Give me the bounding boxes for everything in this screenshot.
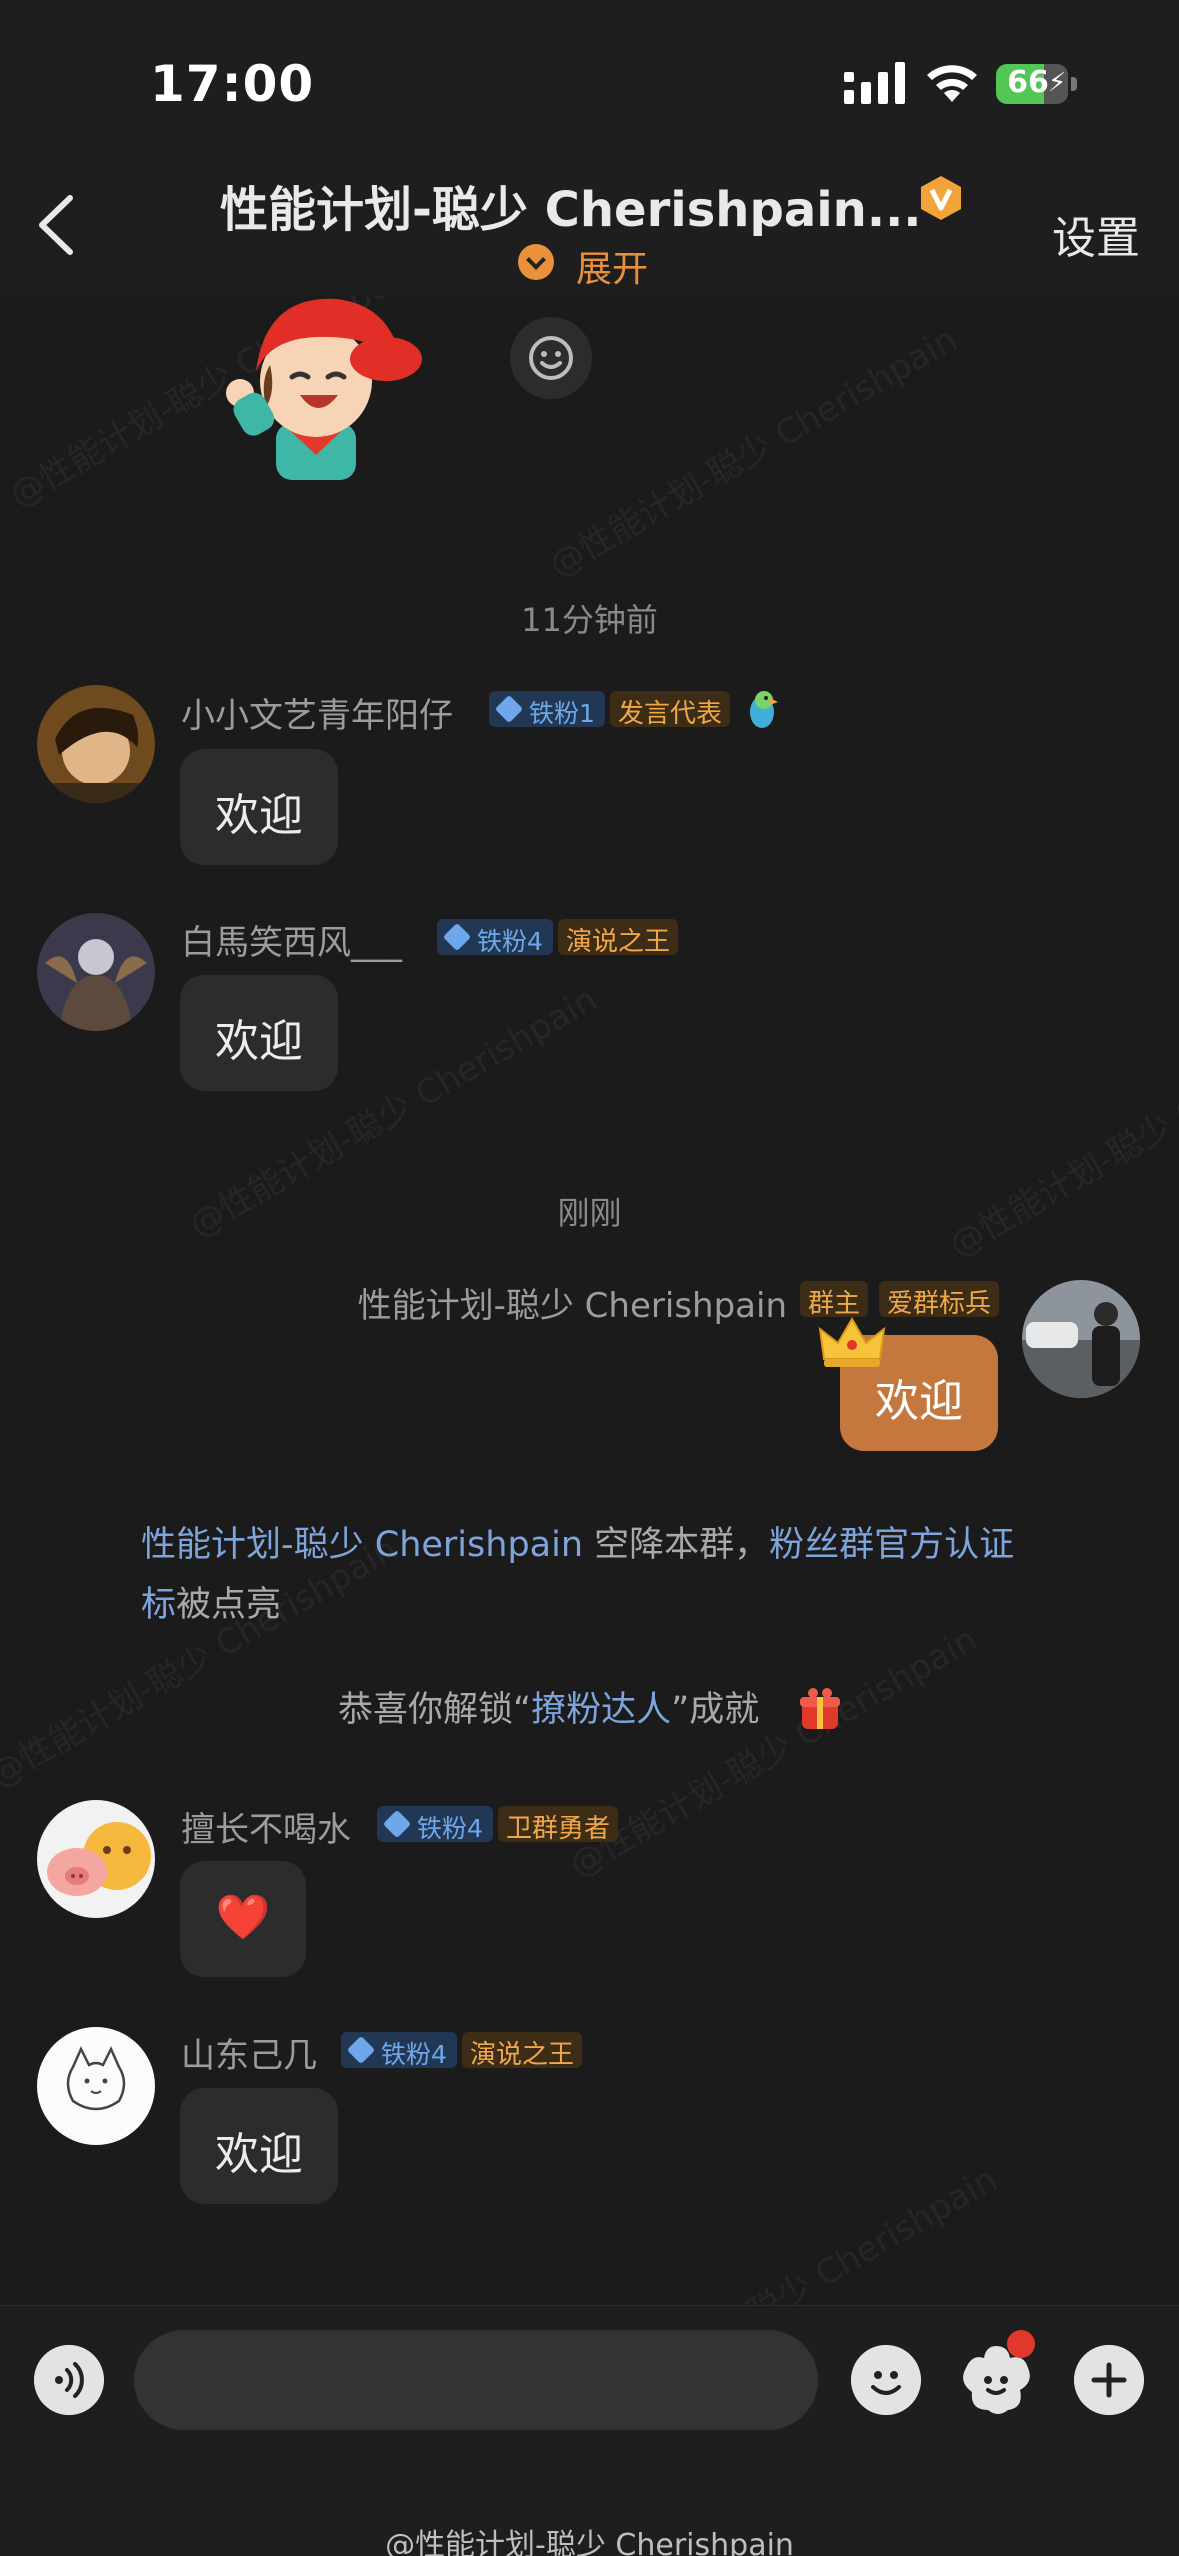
role-badge: 群主 bbox=[800, 1281, 869, 1319]
fan-level-badge: 铁粉4 bbox=[377, 1806, 493, 1843]
group-title[interactable]: 性能计划-聪少 Cherishpain... bbox=[220, 170, 920, 240]
message-bubble[interactable]: 欢迎 bbox=[180, 749, 338, 865]
title-badge: 发言代表 bbox=[610, 691, 731, 729]
watermark: @性能计划-聪少 Cherishpain bbox=[582, 2159, 1005, 2305]
cartoon-boy-sticker[interactable] bbox=[226, 295, 456, 480]
expand-label: 展开 bbox=[576, 249, 649, 290]
plus-icon[interactable] bbox=[1074, 2345, 1144, 2415]
diamond-icon bbox=[382, 1809, 412, 1839]
system-message-achievement: 恭喜你解锁“撩粉达人”成就 bbox=[338, 1690, 760, 1730]
chevron-down-icon bbox=[518, 244, 554, 280]
title-badge: 爱群标兵 bbox=[879, 1281, 1000, 1319]
username[interactable]: 性能计划-聪少 Cherishpain bbox=[358, 1278, 787, 1327]
username[interactable]: 山东己几 bbox=[181, 2028, 317, 2077]
message-bubble[interactable]: ❤️ bbox=[180, 1861, 306, 1977]
notification-dot bbox=[1007, 2330, 1035, 2358]
footer-watermark: @性能计划-聪少 Cherishpain bbox=[385, 2528, 794, 2556]
diamond-icon bbox=[494, 694, 524, 724]
title-badge: 卫群勇者 bbox=[498, 1806, 619, 1844]
status-bar: 17:00 66 ⚡ bbox=[0, 0, 1179, 150]
timestamp: 刚刚 bbox=[557, 1194, 622, 1232]
emoji-reaction-icon[interactable] bbox=[510, 317, 592, 399]
chevron-left-icon[interactable] bbox=[26, 190, 86, 260]
avatar[interactable] bbox=[37, 685, 155, 803]
parrot-icon bbox=[750, 691, 778, 728]
avatar[interactable] bbox=[37, 2027, 155, 2145]
clock: 17:00 bbox=[150, 55, 315, 113]
fan-level-badge: 铁粉4 bbox=[437, 919, 553, 956]
diamond-icon bbox=[346, 2035, 376, 2065]
watermark: @性能计划-聪少 Cherishpain bbox=[542, 319, 965, 586]
fan-level-badge: 铁粉1 bbox=[489, 691, 605, 728]
vip-badge-icon bbox=[921, 176, 961, 220]
system-message-landing: 性能计划-聪少 Cherishpain 空降本群，粉丝群官方认证 标被点亮 bbox=[141, 1525, 1015, 1625]
chat-messages[interactable]: @性能计划-聪少 Cherishpain @性能计划-聪少 Cherishpai… bbox=[0, 295, 1179, 2305]
battery-icon: 66 ⚡ bbox=[996, 64, 1078, 104]
message-bubble[interactable]: 欢迎 bbox=[180, 2088, 338, 2204]
wifi-icon bbox=[927, 65, 977, 102]
title-badge: 演说之王 bbox=[558, 919, 679, 957]
chat-header: 性能计划-聪少 Cherishpain... 展开 设置 bbox=[0, 150, 1179, 295]
message-input[interactable] bbox=[134, 2330, 818, 2430]
message-bubble[interactable]: 欢迎 bbox=[180, 975, 338, 1091]
landing-user-link[interactable]: 性能计划-聪少 Cherishpain bbox=[141, 1525, 583, 1565]
avatar[interactable] bbox=[37, 913, 155, 1031]
username[interactable]: 小小文艺青年阳仔 bbox=[181, 688, 453, 737]
avatar[interactable] bbox=[37, 1800, 155, 1918]
username[interactable]: 擅长不喝水 bbox=[181, 1802, 351, 1851]
diamond-icon bbox=[442, 922, 472, 952]
input-bar bbox=[0, 2305, 1179, 2556]
voice-icon[interactable] bbox=[34, 2345, 104, 2415]
crown-icon bbox=[818, 1317, 886, 1367]
fan-level-badge: 铁粉4 bbox=[341, 2032, 457, 2069]
username[interactable]: 白馬笑西风___ bbox=[181, 915, 402, 964]
emoji-icon[interactable] bbox=[851, 2345, 921, 2415]
avatar[interactable] bbox=[1022, 1280, 1140, 1398]
achievement-link[interactable]: 撩粉达人 bbox=[531, 1690, 671, 1730]
timestamp: 11分钟前 bbox=[521, 601, 658, 639]
watermark: @性能计划-聪少 Cherishpain bbox=[562, 1619, 985, 1886]
title-badge: 演说之王 bbox=[462, 2032, 583, 2070]
settings-button[interactable]: 设置 bbox=[1052, 202, 1140, 266]
cellular-signal-icon bbox=[844, 62, 905, 104]
gift-box-icon bbox=[800, 1688, 840, 1729]
